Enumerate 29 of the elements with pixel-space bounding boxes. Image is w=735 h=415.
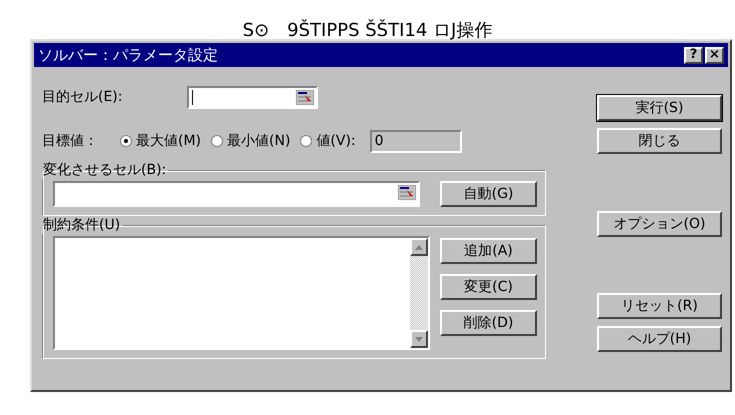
scrollbar[interactable] xyxy=(410,238,428,348)
dialog-button[interactable]: オプション(O) xyxy=(597,210,722,236)
cell-reference-icon[interactable] xyxy=(398,185,416,200)
constraints-label: 制約条件(U) xyxy=(42,216,122,234)
constraint-button[interactable]: 変更(C) xyxy=(440,274,537,300)
window-title: ソルバー：パラメータ設定 xyxy=(38,46,218,64)
dialog-button[interactable]: リセット(R) xyxy=(597,293,722,319)
goal-value-field[interactable]: 0 xyxy=(370,130,462,152)
cell-reference-icon[interactable] xyxy=(296,90,314,104)
constraints-list[interactable] xyxy=(53,236,430,350)
target-cell-label: 目的セル(E): xyxy=(42,88,124,106)
scroll-down-icon[interactable] xyxy=(410,330,428,348)
goal-radio[interactable]: 値(V): xyxy=(300,132,356,150)
dialog-button[interactable]: 実行(S) xyxy=(597,95,722,121)
goal-label: 目標値： xyxy=(42,132,99,150)
constraint-button[interactable]: 削除(D) xyxy=(440,310,537,336)
changing-cells-label: 変化させるセル(B): xyxy=(42,161,168,179)
goal-radio[interactable]: 最小値(N) xyxy=(211,132,290,150)
constraint-button[interactable]: 追加(A) xyxy=(440,238,537,264)
scroll-up-icon[interactable] xyxy=(410,238,428,256)
page-caption: S⊙ 9ŠTIPPS ŠŠTI14 ロJ操作 xyxy=(242,18,494,39)
close-button[interactable]: × xyxy=(705,46,724,64)
dialog-button[interactable]: ヘルプ(H) xyxy=(597,326,722,352)
goal-radio[interactable]: 最大値(M) xyxy=(120,132,202,150)
dialog-button[interactable]: 閉じる xyxy=(597,128,722,154)
target-cell-field[interactable] xyxy=(187,86,318,108)
help-button[interactable]: ? xyxy=(684,46,703,64)
auto-button[interactable]: 自動(G) xyxy=(440,181,537,207)
changing-cells-field[interactable] xyxy=(53,181,420,207)
